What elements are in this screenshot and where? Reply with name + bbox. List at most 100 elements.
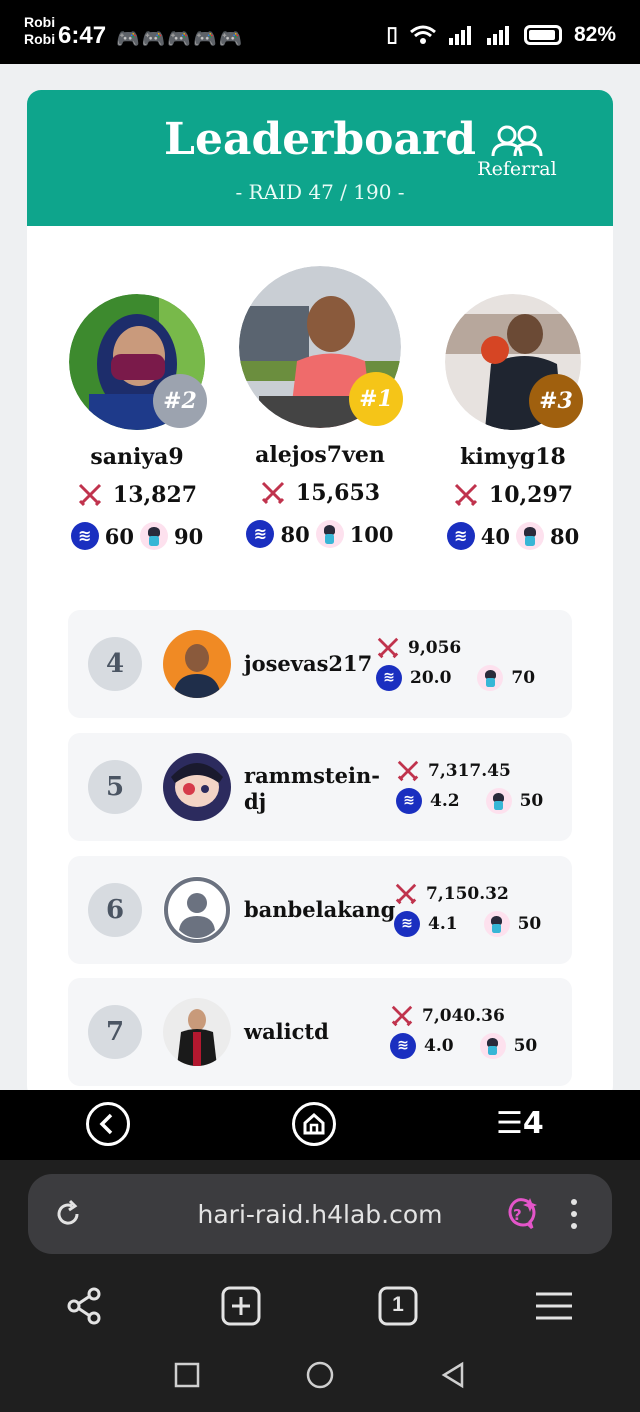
vibrate-icon: ▯ — [386, 23, 398, 46]
player-stats: 80 100 — [225, 520, 415, 548]
home-circle-icon[interactable] — [305, 1360, 335, 1390]
leaderboard-card: Leaderboard - RAID 47 / 190 - Referral #… — [27, 90, 613, 1100]
leaderboard-row[interactable]: 6 banbelakang 7,150.32 4.1 50 — [68, 856, 572, 964]
steem-value: 4.1 — [428, 914, 458, 934]
steem-value: 60 — [104, 523, 134, 549]
leaderboard-header: Leaderboard - RAID 47 / 190 - Referral — [27, 90, 613, 226]
carrier-sim1: Robi — [24, 14, 56, 30]
rank-badge: #2 — [153, 374, 207, 428]
player-stats: 20.0 70 — [376, 665, 535, 691]
battery-level: 82% — [573, 22, 616, 46]
avatar: #3 — [445, 294, 583, 430]
hero-value: 90 — [174, 523, 204, 549]
rank-number: 7 — [88, 1005, 142, 1059]
rank-badge: #1 — [349, 372, 403, 426]
hero-icon — [477, 665, 504, 691]
hero-icon — [516, 522, 544, 550]
player-name-line: rammstein- — [244, 763, 380, 788]
score-value: 7,040.36 — [422, 1006, 505, 1026]
player-stats: 4.1 50 — [394, 911, 541, 937]
steem-icon — [446, 522, 475, 550]
steem-value: 4.2 — [430, 791, 460, 811]
h4-digit: 4 — [522, 1106, 544, 1141]
player-name: rammstein- dj — [244, 763, 380, 815]
signal-icon — [486, 25, 509, 45]
more-vert-icon[interactable] — [564, 1196, 584, 1232]
podium-second[interactable]: #2 saniya9 13,827 60 90 — [43, 294, 231, 550]
crossed-swords-icon — [391, 1005, 413, 1027]
share-icon[interactable] — [62, 1284, 106, 1328]
rank-number: 6 — [88, 883, 142, 937]
steem-icon — [396, 788, 422, 814]
podium-first[interactable]: #1 alejos7ven 15,653 80 100 — [225, 266, 415, 548]
hero-value: 50 — [517, 914, 542, 934]
player-name: banbelakang — [244, 897, 396, 922]
steem-value: 4.0 — [424, 1036, 454, 1056]
carrier-sim2: Robi — [24, 31, 56, 47]
avatar — [163, 753, 231, 821]
player-stats: 4.2 50 — [396, 788, 543, 814]
h4-app-button[interactable]: ☰H44 — [496, 1106, 544, 1141]
home-button[interactable] — [292, 1102, 336, 1146]
player-score: 15,653 — [225, 480, 415, 506]
referral-button[interactable]: Referral — [467, 124, 567, 180]
score-value: 13,827 — [112, 482, 198, 508]
hero-value: 100 — [349, 521, 394, 547]
score-value: 7,150.32 — [426, 884, 509, 904]
score-value: 7,317.45 — [428, 761, 511, 781]
crossed-swords-icon — [78, 483, 101, 507]
new-tab-icon[interactable] — [219, 1284, 263, 1328]
ai-help-icon[interactable]: ? — [498, 1194, 538, 1234]
leaderboard-row[interactable]: 7 walictd 7,040.36 4.0 50 — [68, 978, 572, 1086]
player-name: saniya9 — [90, 444, 184, 470]
back-button[interactable] — [86, 1102, 130, 1146]
status-bar: Robi Robi 6:47 🎮🎮🎮🎮🎮 ▯ 82% — [0, 0, 640, 64]
crossed-swords-icon — [261, 481, 284, 505]
crossed-swords-icon — [377, 637, 399, 659]
player-score: 13,827 — [43, 482, 231, 508]
player-name: alejos7ven — [255, 442, 385, 468]
hero-value: 50 — [519, 791, 544, 811]
steem-icon — [70, 522, 99, 550]
people-icon — [491, 125, 543, 157]
menu-icon[interactable] — [532, 1284, 576, 1328]
score-value: 15,653 — [295, 480, 381, 506]
steem-icon — [246, 520, 275, 548]
leaderboard-row[interactable]: 4 josevas217 9,056 20.0 70 — [68, 610, 572, 718]
game-controller-icon: 🎮 — [167, 29, 194, 50]
crossed-swords-icon — [395, 883, 417, 905]
steem-value: 40 — [480, 523, 510, 549]
notification-icons: 🎮🎮🎮🎮🎮 — [116, 27, 244, 51]
tab-switcher-button[interactable]: 1 — [376, 1284, 420, 1328]
podium: #2 saniya9 13,827 60 90 — [27, 266, 613, 566]
player-stats: 40 80 — [419, 522, 607, 550]
crossed-swords-icon — [397, 760, 419, 782]
player-stats: 60 90 — [43, 522, 231, 550]
podium-third[interactable]: #3 kimyg18 10,297 40 80 — [419, 294, 607, 550]
avatar — [163, 998, 231, 1066]
avatar: #1 — [239, 266, 403, 428]
back-triangle-icon[interactable] — [438, 1360, 468, 1390]
score-value: 9,056 — [408, 638, 462, 658]
chevron-left-icon — [99, 1113, 113, 1135]
carrier-label: Robi Robi — [24, 14, 55, 48]
player-score: 7,040.36 — [390, 1004, 505, 1028]
recents-icon[interactable] — [172, 1360, 202, 1390]
player-score: 10,297 — [419, 482, 607, 508]
address-bar[interactable]: hari-raid.h4lab.com ? — [28, 1174, 612, 1254]
game-controller-icon: 🎮 — [116, 29, 142, 50]
player-score: 7,317.45 — [396, 759, 511, 783]
leaderboard-row[interactable]: 5 rammstein- dj 7,317.45 4.2 50 — [68, 733, 572, 841]
player-name: josevas217 — [244, 651, 373, 676]
tab-count: 1 — [392, 1293, 404, 1316]
hero-value: 80 — [550, 523, 580, 549]
hero-icon — [483, 911, 510, 937]
raid-subtitle: - RAID 47 / 190 - — [235, 180, 405, 204]
clock: 6:47 — [58, 22, 107, 49]
crossed-swords-icon — [454, 483, 477, 507]
svg-text:?: ? — [513, 1206, 522, 1224]
battery-icon — [523, 24, 562, 45]
hero-value: 70 — [511, 668, 536, 688]
score-value: 10,297 — [488, 482, 574, 508]
steem-icon — [394, 911, 420, 937]
